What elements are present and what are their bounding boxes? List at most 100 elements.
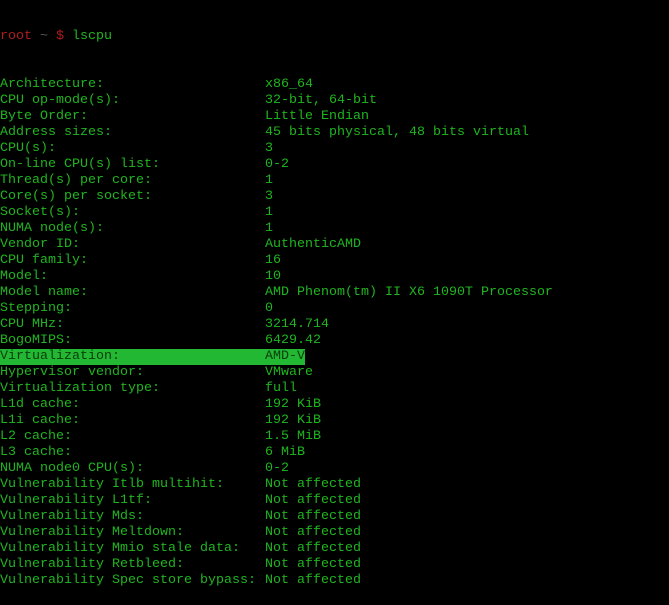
row-value: 3 — [265, 189, 273, 204]
row-label: Architecture: — [0, 77, 104, 92]
output-row: NUMA node(s): 1 — [0, 221, 669, 237]
row-content: Thread(s) per core: 1 — [0, 173, 273, 188]
output-row: Socket(s): 1 — [0, 205, 669, 221]
row-content: NUMA node(s): 1 — [0, 221, 273, 236]
prompt-cwd: ~ — [40, 29, 48, 44]
row-label: NUMA node(s): — [0, 221, 104, 236]
output-row: Vendor ID: AuthenticAMD — [0, 237, 669, 253]
lscpu-output: Architecture: x86_64 CPU op-mode(s): 32-bit… — [0, 77, 669, 589]
row-label: Thread(s) per core: — [0, 173, 152, 188]
output-row: BogoMIPS: 6429.42 — [0, 333, 669, 349]
row-label: Byte Order: — [0, 109, 88, 124]
row-label: Address sizes: — [0, 125, 112, 140]
row-label: CPU family: — [0, 253, 88, 268]
row-content: Vulnerability Mds: Not affected — [0, 509, 361, 524]
output-row: Vulnerability Itlb multihit: Not affected — [0, 477, 669, 493]
row-value: 32-bit, 64-bit — [265, 93, 377, 108]
row-content: CPU family: 16 — [0, 253, 281, 268]
row-label: CPU op-mode(s): — [0, 93, 120, 108]
row-content: Vendor ID: AuthenticAMD — [0, 237, 361, 252]
row-value: 0-2 — [265, 461, 289, 476]
row-value: 1 — [265, 173, 273, 188]
output-row: Model: 10 — [0, 269, 669, 285]
terminal-window[interactable]: root ~ $ lscpu Architecture: x86_64 CPU op… — [0, 0, 669, 605]
output-row-highlighted: Virtualization: AMD-V — [0, 349, 669, 365]
row-content: BogoMIPS: 6429.42 — [0, 333, 321, 348]
output-row: CPU family: 16 — [0, 253, 669, 269]
row-content: Core(s) per socket: 3 — [0, 189, 273, 204]
output-row: Byte Order: Little Endian — [0, 109, 669, 125]
row-value: Not affected — [265, 509, 361, 524]
row-value: 45 bits physical, 48 bits virtual — [265, 125, 529, 140]
row-value: Not affected — [265, 493, 361, 508]
row-content: L1i cache: 192 KiB — [0, 413, 321, 428]
row-label: L1i cache: — [0, 413, 80, 428]
row-value: Little Endian — [265, 109, 369, 124]
row-value: 192 KiB — [265, 397, 321, 412]
row-value: Not affected — [265, 477, 361, 492]
row-label: Vulnerability Itlb multihit: — [0, 477, 224, 492]
row-label: Vulnerability L1tf: — [0, 493, 152, 508]
row-content: Vulnerability Spec store bypass: Not affe… — [0, 573, 361, 588]
row-label: Vulnerability Meltdown: — [0, 525, 184, 540]
output-row: Address sizes: 45 bits physical, 48 bits … — [0, 125, 669, 141]
row-label: Core(s) per socket: — [0, 189, 152, 204]
row-content: Stepping: 0 — [0, 301, 273, 316]
output-row: On-line CPU(s) list: 0-2 — [0, 157, 669, 173]
row-label: Stepping: — [0, 301, 72, 316]
row-content: Virtualization: AMD-V — [0, 349, 305, 365]
row-content: Model name: AMD Phenom(tm) II X6 1090T Pr… — [0, 285, 553, 300]
output-row: Vulnerability Mds: Not affected — [0, 509, 669, 525]
row-value: AMD-V — [265, 349, 305, 364]
output-row: Vulnerability Spec store bypass: Not affe… — [0, 573, 669, 589]
output-row: Model name: AMD Phenom(tm) II X6 1090T Pr… — [0, 285, 669, 301]
row-value: Not affected — [265, 525, 361, 540]
prompt-line: root ~ $ lscpu — [0, 29, 669, 45]
command-text: lscpu — [72, 29, 112, 44]
output-row: Vulnerability Mmio stale data: Not affect… — [0, 541, 669, 557]
row-content: Socket(s): 1 — [0, 205, 273, 220]
row-label: Vendor ID: — [0, 237, 80, 252]
row-label: L3 cache: — [0, 445, 72, 460]
row-label: Model: — [0, 269, 48, 284]
row-label: Hypervisor vendor: — [0, 365, 144, 380]
row-value: 3214.714 — [265, 317, 329, 332]
row-label: On-line CPU(s) list: — [0, 157, 160, 172]
output-row: CPU MHz: 3214.714 — [0, 317, 669, 333]
row-value: 10 — [265, 269, 281, 284]
row-value: 0-2 — [265, 157, 289, 172]
row-label: Vulnerability Retbleed: — [0, 557, 184, 572]
row-label: L1d cache: — [0, 397, 80, 412]
output-row: CPU(s): 3 — [0, 141, 669, 157]
row-value: AuthenticAMD — [265, 237, 361, 252]
output-row: L2 cache: 1.5 MiB — [0, 429, 669, 445]
row-value: x86_64 — [265, 77, 313, 92]
output-row: CPU op-mode(s): 32-bit, 64-bit — [0, 93, 669, 109]
row-content: Vulnerability L1tf: Not affected — [0, 493, 361, 508]
row-value: Not affected — [265, 557, 361, 572]
row-content: L1d cache: 192 KiB — [0, 397, 321, 412]
row-value: 16 — [265, 253, 281, 268]
row-content: Address sizes: 45 bits physical, 48 bits … — [0, 125, 529, 140]
row-value: 1.5 MiB — [265, 429, 321, 444]
output-row: L1d cache: 192 KiB — [0, 397, 669, 413]
row-label: Vulnerability Spec store bypass: — [0, 573, 256, 588]
row-content: CPU op-mode(s): 32-bit, 64-bit — [0, 93, 377, 108]
prompt-user: root — [0, 29, 32, 44]
row-content: Architecture: x86_64 — [0, 77, 313, 92]
output-row: Thread(s) per core: 1 — [0, 173, 669, 189]
output-row: L3 cache: 6 MiB — [0, 445, 669, 461]
row-content: Vulnerability Mmio stale data: Not affect… — [0, 541, 361, 556]
row-label: Virtualization type: — [0, 381, 160, 396]
row-content: On-line CPU(s) list: 0-2 — [0, 157, 289, 172]
output-row: L1i cache: 192 KiB — [0, 413, 669, 429]
row-label: BogoMIPS: — [0, 333, 72, 348]
row-label: CPU MHz: — [0, 317, 64, 332]
row-content: Vulnerability Retbleed: Not affected — [0, 557, 361, 572]
row-content: Hypervisor vendor: VMware — [0, 365, 313, 380]
output-row: Virtualization type: full — [0, 381, 669, 397]
row-content: Model: 10 — [0, 269, 281, 284]
output-row: Vulnerability L1tf: Not affected — [0, 493, 669, 509]
output-row: Hypervisor vendor: VMware — [0, 365, 669, 381]
row-content: Vulnerability Itlb multihit: Not affected — [0, 477, 361, 492]
